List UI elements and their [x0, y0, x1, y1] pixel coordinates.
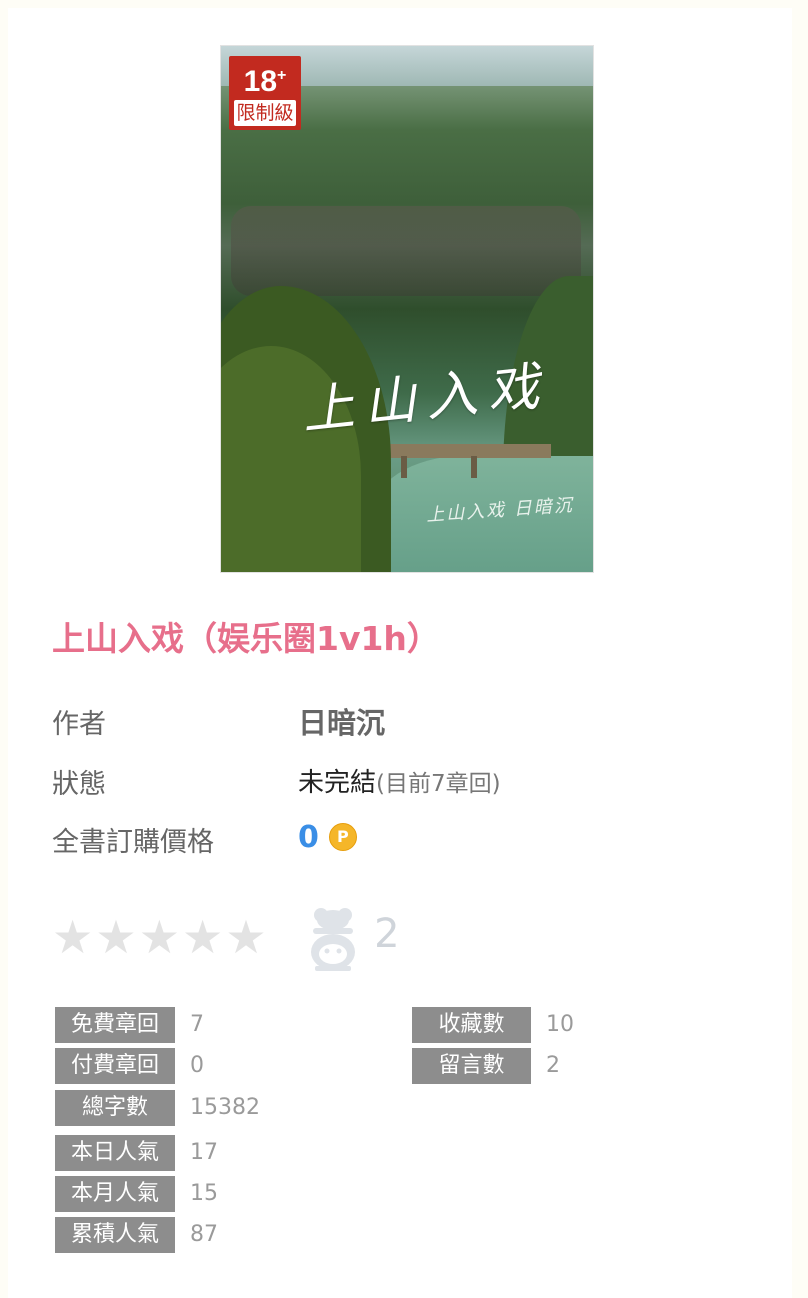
- stat-value: 17: [190, 1140, 218, 1165]
- star-icon[interactable]: ★: [52, 910, 93, 964]
- status-text: 未完結: [298, 768, 377, 798]
- status-detail: (目前7章回): [376, 771, 501, 797]
- cover-bridge-leg: [471, 456, 477, 478]
- book-title: 上山入戏（娱乐圈1v1h）: [52, 619, 440, 658]
- status-label: 狀態: [52, 769, 106, 800]
- stat-label: 總字數: [55, 1090, 175, 1126]
- stat-daily-popularity: 本日人氣 17: [55, 1135, 218, 1171]
- rater-count-group: 2: [305, 906, 400, 976]
- star-icon[interactable]: ★: [95, 910, 136, 964]
- stat-value: 2: [546, 1053, 560, 1078]
- star-icon[interactable]: ★: [225, 910, 266, 964]
- coin-icon: P: [328, 823, 357, 851]
- stat-value: 15382: [190, 1095, 260, 1120]
- stat-word-count: 總字數 15382: [55, 1090, 260, 1126]
- stat-value: 10: [546, 1012, 574, 1037]
- stat-label: 本月人氣: [55, 1176, 175, 1212]
- stat-label: 付費章回: [55, 1048, 175, 1084]
- price-label: 全書訂購價格: [52, 827, 214, 858]
- cover-bridge-leg: [401, 456, 407, 478]
- price-value: 0P: [298, 820, 357, 855]
- price-amount: 0: [298, 820, 319, 855]
- star-icon[interactable]: ★: [182, 910, 223, 964]
- stat-paid-chapters: 付費章回 0: [55, 1048, 204, 1084]
- age-rating-text: 限制級: [234, 100, 296, 126]
- cover-village: [231, 206, 581, 296]
- stat-value: 0: [190, 1053, 204, 1078]
- stat-value: 15: [190, 1181, 218, 1206]
- stat-value: 7: [190, 1012, 204, 1037]
- author-label: 作者: [52, 709, 106, 740]
- stat-label: 免費章回: [55, 1007, 175, 1043]
- age-rating-number: 18+: [243, 65, 287, 98]
- stat-label: 收藏數: [412, 1007, 531, 1043]
- stat-label: 留言數: [412, 1048, 531, 1084]
- stat-value: 87: [190, 1222, 218, 1247]
- author-link[interactable]: 日暗沉: [298, 700, 385, 742]
- stat-comments: 留言數 2: [412, 1048, 560, 1084]
- status-value: 未完結(目前7章回): [298, 762, 501, 799]
- rater-count: 2: [374, 911, 400, 957]
- stat-label: 累積人氣: [55, 1217, 175, 1253]
- star-rating[interactable]: ★ ★ ★ ★ ★: [52, 914, 267, 960]
- stat-label: 本日人氣: [55, 1135, 175, 1171]
- stat-free-chapters: 免費章回 7: [55, 1007, 204, 1043]
- reader-mascot-icon: [305, 906, 361, 976]
- stat-favorites: 收藏數 10: [412, 1007, 574, 1043]
- star-icon[interactable]: ★: [139, 910, 180, 964]
- book-cover-image[interactable]: 上山入戏 上山入戏 日暗沉 18+ 限制級: [220, 45, 594, 573]
- stat-total-popularity: 累積人氣 87: [55, 1217, 218, 1253]
- age-rating-badge: 18+ 限制級: [229, 56, 301, 130]
- stat-monthly-popularity: 本月人氣 15: [55, 1176, 218, 1212]
